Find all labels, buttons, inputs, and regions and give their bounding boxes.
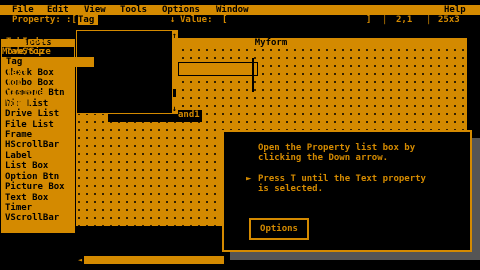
property-list-scroll-thumb[interactable] [172,88,177,98]
tool-label[interactable]: Label [5,151,32,161]
menu-options[interactable]: Options [162,5,200,15]
menu-view[interactable]: View [84,5,106,15]
scroll-up-arrow-icon[interactable]: ↑ [172,31,177,41]
property-item-tag[interactable]: Tag [3,57,94,67]
property-dropdown-arrow-icon[interactable]: ↓ [170,15,175,25]
property-item-visible[interactable]: Visible [6,88,94,98]
tool-picture-box[interactable]: Picture Box [5,182,65,192]
property-label: Property: [12,15,61,25]
property-item-tabindex[interactable]: TabIndex [6,37,94,47]
menu-edit[interactable]: Edit [47,5,69,15]
help-line-2: clicking the Down arrow. [258,153,389,163]
value-field[interactable]: [ [222,15,227,25]
value-label: Value: [180,15,213,25]
help-line-1: Open the Property list box by [258,143,416,153]
menu-tools[interactable]: Tools [120,5,147,15]
tool-drive-list[interactable]: Drive List [5,109,59,119]
property-item-text[interactable]: Text [6,68,94,78]
form-control-edge [252,58,259,92]
tool-file-list[interactable]: File List [5,120,54,130]
property-bar: Property: :[ Tag ↓ Value: [ ] │ 2,1 │ 25… [0,15,480,25]
menu-file[interactable]: File [12,5,34,15]
tool-option-btn[interactable]: Option Btn [5,172,59,182]
property-field[interactable]: Tag [78,15,98,25]
help-line-4: is selected. [258,184,324,194]
scroll-left-arrow-icon[interactable]: ◄ [76,256,84,264]
form-horizontal-scrollbar[interactable] [76,256,224,264]
bullet-arrow-icon: ► [246,174,252,184]
help-panel-shadow [230,252,480,260]
property-list-scrollbar[interactable] [172,31,177,113]
form-control-textbox[interactable] [178,62,258,76]
help-panel-shadow-side [472,138,480,260]
tool-text-box[interactable]: Text Box [5,193,48,203]
menu-bar: File Edit View Tools Options Window Help [0,5,480,15]
size-readout: 25x3 [438,15,460,25]
property-item-tabstop[interactable]: TabStop [6,47,94,57]
menu-help[interactable]: Help [444,5,466,15]
tool-list-box[interactable]: List Box [5,161,48,171]
form-control-label-text: and1 [178,110,200,120]
property-item-top[interactable]: Top [6,78,94,88]
tool-frame[interactable]: Frame [5,130,32,140]
scroll-down-arrow-icon[interactable]: ↓ [172,104,177,114]
menu-window[interactable]: Window [216,5,249,15]
tool-timer[interactable]: Timer [5,203,32,213]
help-line-3: Press T until the Text property [258,174,426,184]
tool-vscrollbar[interactable]: VScrollBar [5,213,59,223]
tool-hscrollbar[interactable]: HScrollBar [5,140,59,150]
property-item-width[interactable]: Width [6,99,94,109]
options-button[interactable]: Options [249,218,309,240]
position-readout: 2,1 [396,15,413,25]
